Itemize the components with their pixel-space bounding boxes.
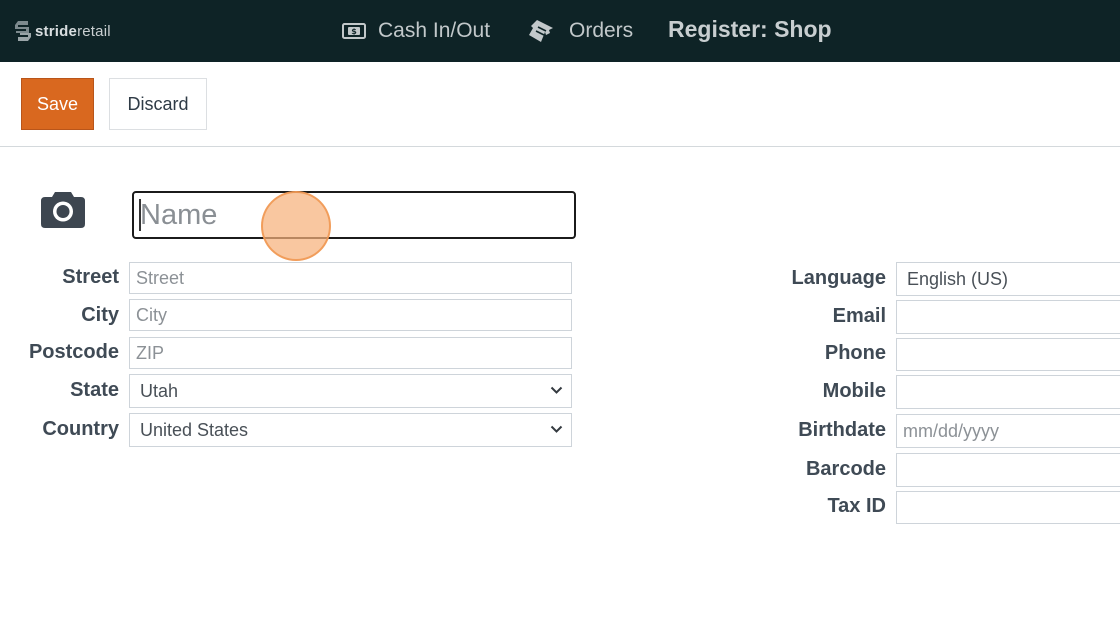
discard-button[interactable]: Discard [109, 78, 207, 130]
phone-label: Phone [824, 342, 886, 364]
country-select[interactable]: United States [129, 413, 572, 447]
state-value: Utah [140, 380, 179, 401]
top-navbar: strideretail $ Cash In/Out Orders Regist… [0, 0, 1120, 62]
logo-icon [15, 21, 31, 41]
mobile-input[interactable] [896, 375, 1120, 409]
stride-retail-logo[interactable]: strideretail [14, 19, 111, 43]
language-select[interactable]: English (US) [896, 262, 1120, 296]
country-value: United States [140, 419, 249, 440]
name-field-wrapper [132, 191, 576, 239]
postcode-label: Postcode [28, 341, 119, 363]
birthdate-label: Birthdate [798, 419, 886, 441]
email-input[interactable] [896, 300, 1120, 334]
chevron-down-icon [550, 386, 563, 394]
control-panel: Save Discard [0, 62, 1120, 147]
click-indicator [261, 191, 331, 261]
save-button[interactable]: Save [21, 78, 94, 130]
camera-icon[interactable] [40, 188, 86, 230]
phone-input[interactable] [896, 338, 1120, 371]
city-label: City [81, 304, 119, 326]
barcode-label: Barcode [805, 458, 886, 480]
logo-text: strideretail [35, 23, 111, 40]
register-title: Register: Shop [668, 16, 832, 42]
postcode-input[interactable] [129, 337, 572, 369]
nav-cash-label: Cash In/Out [378, 19, 491, 42]
text-cursor [139, 199, 141, 231]
ticket-icon [529, 20, 553, 42]
barcode-input[interactable] [896, 453, 1120, 487]
language-label: Language [791, 267, 886, 289]
logo-text-retail: retail [77, 22, 111, 40]
street-input[interactable] [129, 262, 572, 294]
mobile-label: Mobile [822, 380, 886, 402]
chevron-down-icon [550, 425, 563, 433]
state-label: State [70, 379, 119, 401]
country-label: Country [42, 418, 119, 440]
birthdate-input[interactable] [896, 414, 1120, 448]
nav-orders[interactable]: Orders [527, 17, 633, 45]
state-select[interactable]: Utah [129, 374, 572, 408]
nav-cash-in-out[interactable]: $ Cash In/Out [342, 17, 490, 45]
name-input[interactable] [134, 193, 574, 237]
tax-id-label: Tax ID [827, 495, 886, 517]
logo-text-stride: stride [35, 22, 78, 40]
language-value: English (US) [907, 268, 1009, 289]
svg-text:$: $ [351, 27, 357, 36]
tax-id-input[interactable] [896, 491, 1120, 524]
street-label: Street [62, 266, 119, 288]
money-icon: $ [342, 23, 366, 39]
city-input[interactable] [129, 299, 572, 331]
nav-orders-label: Orders [569, 19, 634, 42]
email-label: Email [832, 305, 886, 327]
